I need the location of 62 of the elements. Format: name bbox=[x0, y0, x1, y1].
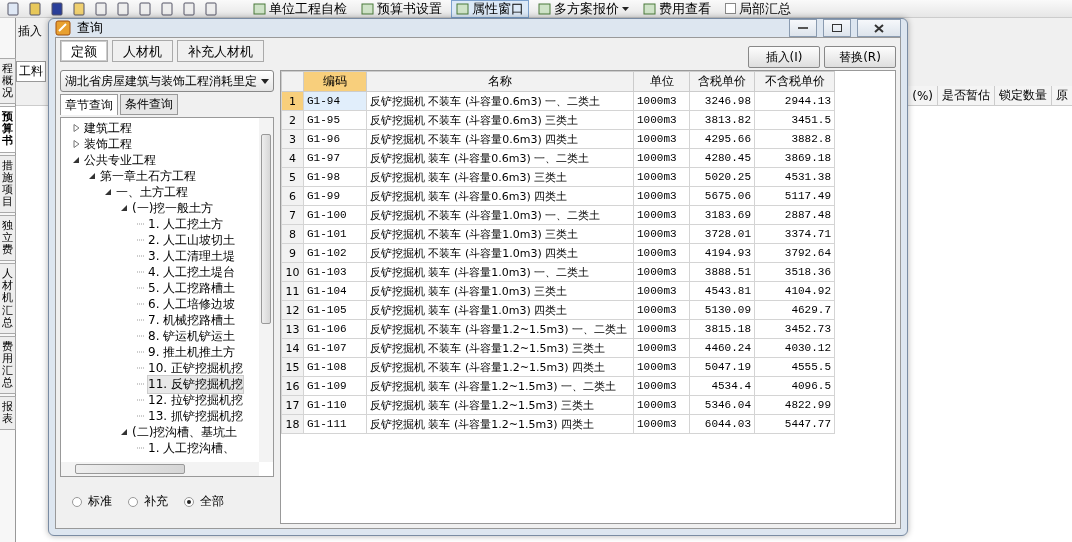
toolbar-glyph-icon bbox=[456, 2, 469, 15]
column-header: (%) bbox=[907, 86, 937, 105]
search-tab[interactable]: 条件查询 bbox=[120, 94, 178, 115]
side-tab[interactable]: 报表 bbox=[0, 396, 16, 431]
horizontal-scrollbar[interactable] bbox=[61, 462, 259, 476]
column-header: 不含税单价 bbox=[754, 71, 835, 92]
tree-item[interactable]: 11. 反铲挖掘机挖 bbox=[147, 374, 244, 394]
insert-button[interactable]: 插入 bbox=[18, 22, 42, 40]
expanded-triangle-icon[interactable] bbox=[105, 188, 112, 196]
caret-icon bbox=[622, 6, 629, 11]
column-header: 锁定数量 bbox=[994, 86, 1051, 105]
side-tab[interactable]: 预算书 bbox=[0, 106, 16, 153]
side-tab[interactable]: 费用汇总 bbox=[0, 335, 16, 395]
tree-connector-icon bbox=[137, 444, 144, 452]
action-button[interactable]: 替换(R) bbox=[824, 46, 896, 68]
toolbar-button[interactable]: 多方案报价 bbox=[533, 0, 634, 18]
minimize-icon bbox=[798, 26, 808, 30]
column-header: 单位 bbox=[633, 71, 690, 92]
maximize-button[interactable] bbox=[823, 19, 851, 37]
toolbar-button[interactable]: 属性窗口 bbox=[451, 0, 529, 18]
expanded-triangle-icon[interactable] bbox=[121, 428, 128, 436]
column-header: 含税单价 bbox=[689, 71, 755, 92]
toolbar-button[interactable]: 费用查看 bbox=[638, 0, 716, 18]
expanded-triangle-icon[interactable] bbox=[89, 172, 96, 180]
tab[interactable]: 人材机 bbox=[112, 40, 173, 62]
toolbar-button[interactable]: 预算书设置 bbox=[356, 0, 447, 18]
column-header: 原 bbox=[1051, 86, 1072, 105]
filter-radio[interactable]: 全部 bbox=[184, 493, 224, 510]
vertical-scrollbar[interactable] bbox=[259, 118, 273, 462]
side-tab[interactable]: 措施项目 bbox=[0, 154, 16, 213]
collapsed-triangle-icon[interactable] bbox=[73, 140, 80, 148]
search-tab[interactable]: 章节查询 bbox=[60, 94, 118, 115]
maximize-icon bbox=[832, 24, 842, 32]
expanded-triangle-icon[interactable] bbox=[121, 204, 128, 212]
partial-summary-checkbox[interactable]: 局部汇总 bbox=[720, 0, 796, 18]
tab[interactable]: 补充人材机 bbox=[177, 40, 264, 62]
toolbar-glyph-icon bbox=[253, 2, 266, 15]
close-icon bbox=[874, 23, 884, 33]
minimize-button[interactable] bbox=[789, 19, 817, 37]
column-header: 是否暂估 bbox=[937, 86, 994, 105]
column-header: 编码 bbox=[303, 71, 367, 92]
close-button[interactable] bbox=[857, 19, 901, 37]
filter-radio[interactable]: 补充 bbox=[128, 493, 168, 510]
toolbar-glyph-icon bbox=[643, 2, 656, 15]
collapsed-triangle-icon[interactable] bbox=[73, 124, 80, 132]
caret-icon bbox=[261, 78, 269, 84]
expanded-triangle-icon[interactable] bbox=[73, 156, 80, 164]
side-tab[interactable]: 人材机汇总 bbox=[0, 263, 16, 334]
side-tab[interactable]: 程概况 bbox=[0, 58, 16, 105]
tab[interactable]: 定额 bbox=[60, 40, 108, 62]
header-corner bbox=[281, 71, 304, 92]
toolbar-glyph-icon bbox=[538, 2, 551, 15]
toolbar-button[interactable]: 单位工程自检 bbox=[248, 0, 352, 18]
window-title: 查询 bbox=[77, 19, 103, 37]
document-tab[interactable]: 工料 bbox=[16, 61, 46, 82]
library-dropdown[interactable]: 湖北省房屋建筑与装饰工程消耗里定 bbox=[60, 70, 274, 92]
action-button[interactable]: 插入(I) bbox=[748, 46, 820, 68]
app-logo-icon bbox=[55, 20, 71, 36]
side-tab[interactable]: 独立费 bbox=[0, 214, 16, 262]
column-header: 名称 bbox=[366, 71, 634, 92]
toolbar-glyph-icon bbox=[361, 2, 374, 15]
filter-radio[interactable]: 标准 bbox=[72, 493, 112, 510]
